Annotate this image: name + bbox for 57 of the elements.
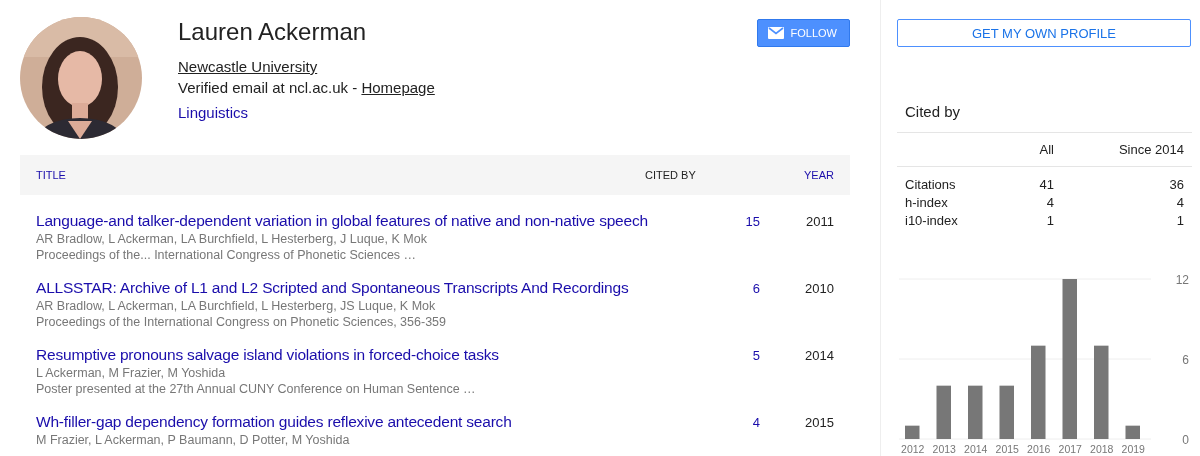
metric-value: 36: [1169, 176, 1184, 192]
interest-link[interactable]: Linguistics: [178, 104, 249, 121]
metric-label: h-index: [905, 194, 948, 210]
axis-tick-label: 2018: [1090, 443, 1114, 455]
cited-by-count-link[interactable]: 15: [690, 214, 760, 262]
column-header[interactable]: YEAR: [804, 169, 834, 181]
cited-by-count-link[interactable]: 4: [690, 415, 760, 456]
axis-tick-label: 2016: [1027, 443, 1051, 455]
article-title-link[interactable]: Wh-filler-gap dependency formation guides reflexive antecedent search: [36, 413, 512, 431]
homepage-link[interactable]: Homepage: [361, 79, 435, 96]
article-venue: Proceedings of the... International Congress of Phonetic Sciences …: [36, 248, 417, 262]
year-cell-text: 2011: [805, 214, 835, 231]
axis-tick-label: 2012: [901, 443, 925, 455]
bar: [936, 385, 951, 439]
axis-tick-label: 2019: [1121, 443, 1145, 455]
metric-label: Citations: [905, 176, 956, 192]
cited-by-count-link[interactable]: 5: [690, 348, 760, 396]
article-venue: Poster presented at the 27th Annual CUNY Conference on Human Sentence …: [36, 382, 476, 396]
bar: [1125, 425, 1140, 439]
article-authors: M Frazier, L Ackerman, P Baumann, D Potter, M Yoshida: [36, 433, 350, 447]
affiliation-link[interactable]: Newcastle University: [178, 58, 318, 75]
metric-label: i10-index: [905, 212, 958, 228]
column-header: CITED BY: [645, 169, 696, 181]
article-title-link[interactable]: Language-and talker-dependent variation in global features of native and non-native speech: [36, 212, 648, 230]
axis-tick-label: 2014: [964, 443, 988, 455]
column-header: All: [1039, 142, 1054, 157]
axis-tick-label: 2017: [1058, 443, 1082, 455]
article-title-link[interactable]: ALLSSTAR: Archive of L1 and L2 Scripted and Spontaneous Transcripts And Recordings: [36, 279, 629, 297]
cited-by-count-link[interactable]: 6: [690, 281, 760, 329]
bar: [999, 385, 1014, 439]
axis-tick-label: 2015: [995, 443, 1019, 455]
envelope-icon: [767, 27, 784, 39]
bar: [905, 425, 920, 439]
profile-name: Lauren Ackerman: [178, 18, 367, 46]
metric-value: 41: [1039, 176, 1054, 192]
email-text: Verified email at ncl.ac.uk -: [178, 79, 358, 96]
year-cell-text: 2010: [804, 281, 835, 298]
article-title-link[interactable]: Resumptive pronouns salvage island violations in forced-choice tasks: [36, 346, 499, 364]
metric-value: 1: [1176, 212, 1184, 228]
metric-value: 4: [1176, 194, 1184, 210]
metric-value: 1: [1046, 212, 1054, 228]
axis-tick-label: 2013: [932, 443, 956, 455]
bar: [968, 385, 983, 439]
column-header: Since 2014: [1118, 142, 1184, 157]
own-profile-button[interactable]: GET MY OWN PROFILE: [897, 19, 1191, 47]
axis-tick-label: 6: [1182, 353, 1189, 367]
article-authors: L Ackerman, M Frazier, M Yoshida: [36, 366, 226, 380]
article-authors: AR Bradlow, L Ackerman, LA Burchfield, L Hesterberg, J Luque, K Mok: [36, 232, 427, 246]
axis-tick-label: 12: [1175, 273, 1189, 287]
article-authors: AR Bradlow, L Ackerman, LA Burchfield, L Hesterberg, JS Luque, K Mok: [36, 299, 436, 313]
metric-value: 4: [1046, 194, 1054, 210]
article-venue: Proceedings of the International Congress on Phonetic Sciences, 356-359: [36, 315, 446, 329]
axis-tick-label: 0: [1182, 433, 1189, 447]
cited-by-heading: Cited by: [897, 47, 1192, 133]
column-header[interactable]: TITLE: [36, 169, 66, 181]
year-cell-text: 2015: [804, 415, 835, 432]
year-cell-text: 2014: [804, 348, 835, 365]
